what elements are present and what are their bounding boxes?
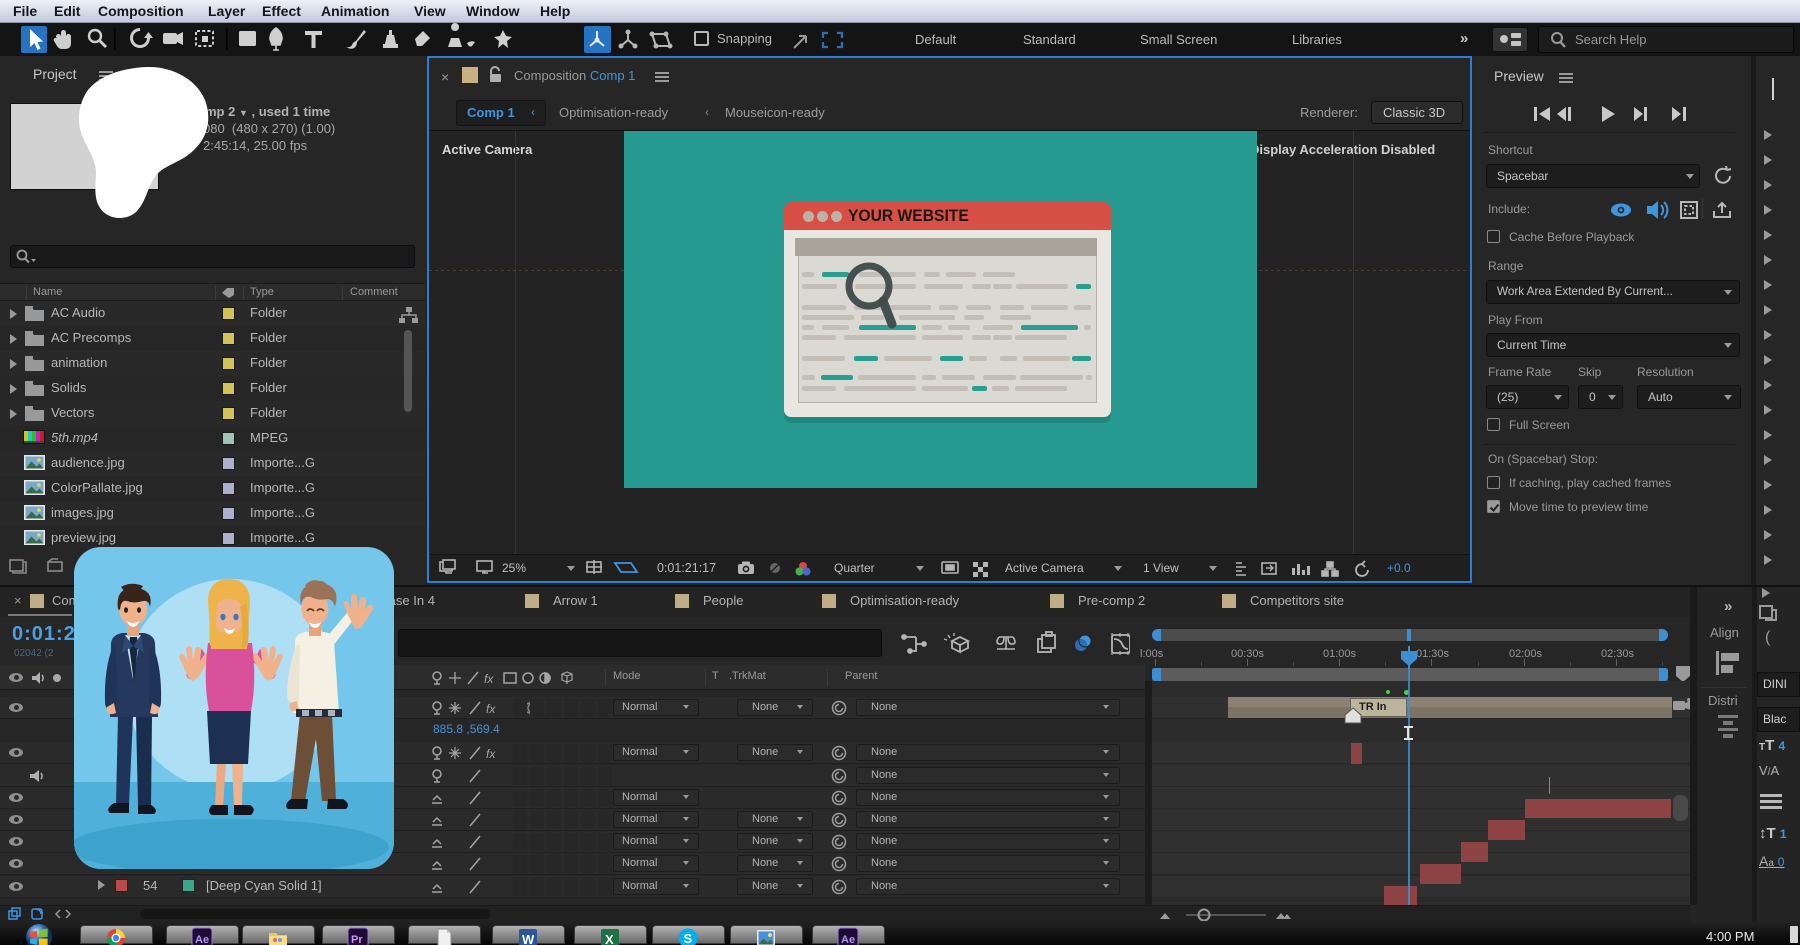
svg-text:fx: fx — [486, 702, 496, 716]
svg-text:Ae: Ae — [195, 934, 209, 945]
svg-text:fx: fx — [486, 747, 496, 761]
svg-text:Pr: Pr — [351, 934, 363, 945]
svg-text:S: S — [684, 931, 693, 945]
svg-text:W: W — [522, 932, 535, 945]
svg-text:X: X — [605, 932, 614, 945]
svg-text:Ae: Ae — [841, 934, 855, 945]
svg-text:fx: fx — [484, 672, 494, 686]
